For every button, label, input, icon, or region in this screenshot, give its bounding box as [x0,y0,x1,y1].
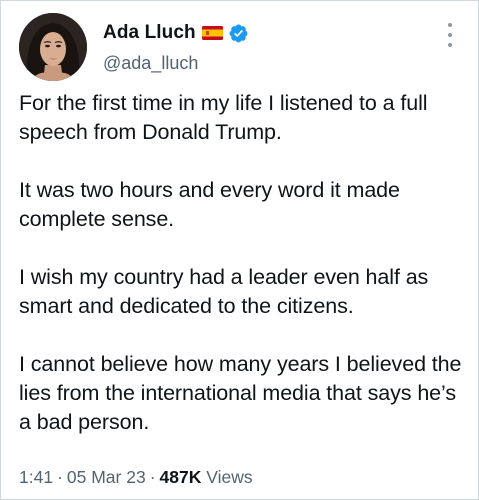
tweet-date[interactable]: 05 Mar 23 [67,467,146,487]
verified-badge-icon [228,23,249,44]
more-dot [448,23,452,27]
tweet-paragraph: I cannot believe how many years I believ… [19,352,462,434]
tweet-meta: 1:41 · 05 Mar 23 · 487K Views [19,467,253,488]
tweet-paragraph: I wish my country had a leader even half… [19,265,429,318]
name-row: Ada Lluch [103,20,249,46]
meta-separator: · [149,467,156,487]
more-dot [448,33,452,37]
tweet-time[interactable]: 1:41 [19,467,53,487]
avatar[interactable] [19,13,87,81]
tweet-header: Ada Lluch @ada_lluch [19,13,464,81]
tweet-paragraph: It was two hours and every word it made … [19,178,400,231]
more-vertical-icon[interactable] [440,23,460,47]
tweet-paragraph: For the first time in my life I listened… [19,91,428,144]
views-label: Views [206,467,253,487]
tweet-card: Ada Lluch @ada_lluch For the first time … [0,0,479,500]
user-handle[interactable]: @ada_lluch [103,53,198,74]
avatar-image [19,13,87,81]
display-name[interactable]: Ada Lluch [103,22,196,44]
tweet-body: For the first time in my life I listened… [19,89,469,437]
meta-separator: · [57,467,63,487]
spain-flag-icon [201,26,223,40]
more-dot [448,43,452,47]
views-count[interactable]: 487K [160,467,202,487]
